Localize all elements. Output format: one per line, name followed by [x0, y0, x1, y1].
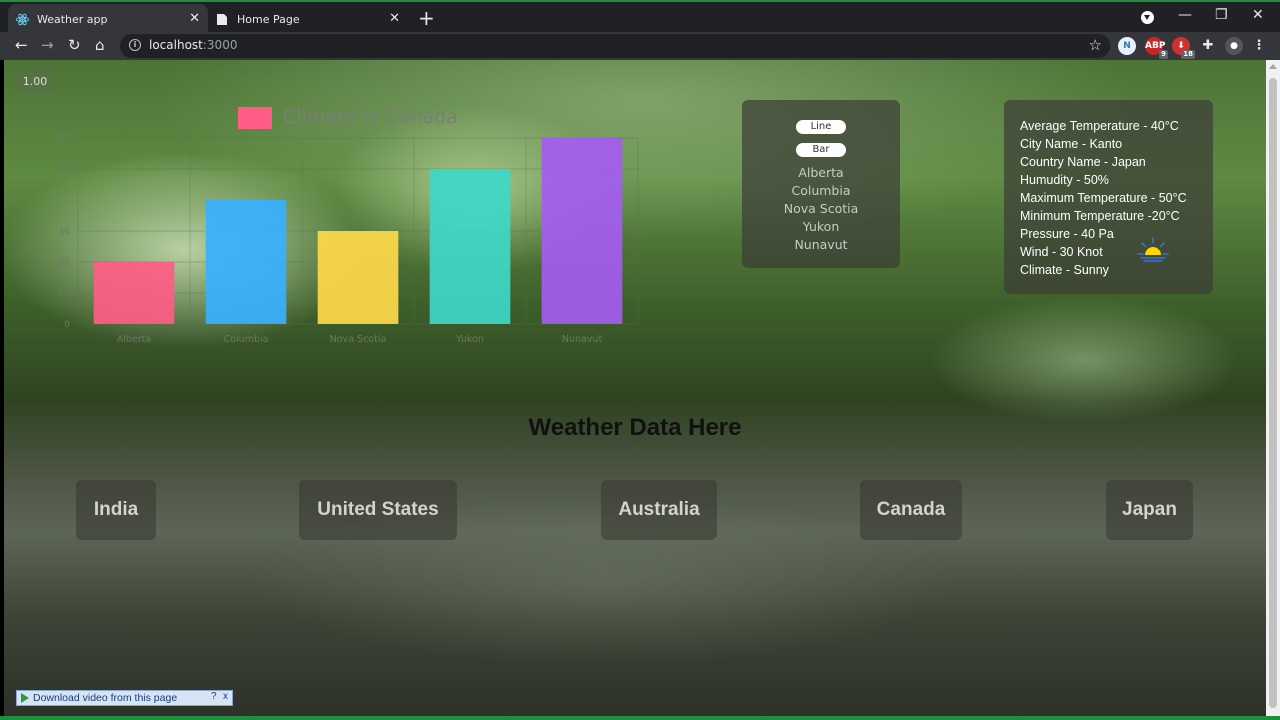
chart-canvas: 0 10 20 30 50 60 Alberta Columbia Nova Scotia Yuk… [59, 134, 639, 345]
country-button-japan[interactable]: Japan [1106, 480, 1193, 540]
site-info-icon[interactable]: i [129, 39, 141, 51]
wind: Wind - 30 Knot [1020, 245, 1103, 259]
min-temperature: Minimum Temperature -20°C [1020, 209, 1180, 223]
adblock-icon[interactable]: ABP 9 [1145, 37, 1168, 59]
bar-alberta [93, 262, 175, 324]
tab-home-page[interactable]: Home Page ✕ [208, 4, 408, 34]
home-icon[interactable]: ⌂ [95, 36, 105, 54]
country-button-canada[interactable]: Canada [860, 480, 962, 540]
bar-chart-button[interactable]: Bar [796, 143, 846, 157]
avatar[interactable]: ● [1225, 37, 1243, 55]
page-icon [216, 13, 229, 26]
page-scrollbar[interactable] [1266, 60, 1280, 716]
bottom-edge [0, 716, 1280, 720]
tab-search-icon[interactable] [1141, 11, 1154, 24]
max-temperature: Maximum Temperature - 50°C [1020, 191, 1187, 205]
download-ext-icon[interactable]: ⬇ 18 [1172, 37, 1195, 59]
close-bar-icon[interactable]: x [223, 691, 228, 702]
country-button-united-states[interactable]: United States [299, 480, 457, 540]
avg-temperature: Average Temperature - 40°C [1020, 119, 1179, 133]
humidity: Humudity - 50% [1020, 173, 1109, 187]
tab-weather-app[interactable]: Weather app ✕ [8, 4, 208, 34]
country-button-australia[interactable]: Australia [601, 480, 717, 540]
x-tick-label: Alberta [117, 334, 151, 345]
download-video-bar[interactable]: Download video from this page ? x [16, 690, 233, 706]
country-name: Country Name - Japan [1020, 155, 1146, 169]
help-icon[interactable]: ? [211, 691, 217, 702]
bar-nunavut [541, 138, 623, 324]
weather-info-panel: Average Temperature - 40°C City Name - K… [1004, 100, 1213, 294]
reload-icon[interactable]: ↻ [68, 36, 81, 54]
tab-title: Home Page [237, 12, 300, 26]
bookmark-star-icon[interactable]: ☆ [1089, 36, 1102, 54]
bar-columbia [205, 200, 287, 324]
city-name: City Name - Kanto [1020, 137, 1123, 151]
new-tab-icon[interactable]: + [418, 6, 435, 30]
download-video-link[interactable]: Download video from this page [33, 692, 177, 704]
line-chart-button[interactable]: Line [796, 120, 846, 134]
x-tick-label: Yukon [455, 334, 484, 345]
country-button-india[interactable]: India [76, 480, 156, 540]
province-nova-scotia[interactable]: Nova Scotia [742, 201, 900, 216]
address-bar[interactable]: i localhost:3000 ☆ [120, 34, 1110, 58]
province-yukon[interactable]: Yukon [742, 219, 900, 234]
province-alberta[interactable]: Alberta [742, 165, 900, 180]
tab-strip: Weather app ✕ Home Page ✕ + — ❐ ✕ [0, 0, 1280, 34]
tab-title: Weather app [37, 12, 108, 26]
minimize-icon[interactable]: — [1178, 7, 1192, 23]
x-tick-label: Nunavut [562, 334, 603, 345]
y-tick-label: 60 [59, 134, 71, 144]
y-tick-label: 10 [59, 289, 71, 299]
climate: Climate - Sunny [1020, 263, 1109, 277]
y-tick-label: 50 [59, 165, 71, 175]
puzzle-icon[interactable]: ✚ [1199, 37, 1217, 55]
y-tick-label: 0 [64, 320, 70, 330]
back-icon[interactable]: ← [15, 36, 28, 54]
maximize-icon[interactable]: ❐ [1215, 7, 1228, 23]
bar-yukon [429, 169, 511, 324]
province-columbia[interactable]: Columbia [742, 183, 900, 198]
x-tick-label: Columbia [224, 334, 269, 345]
province-nunavut[interactable]: Nunavut [742, 237, 900, 252]
close-tab-icon[interactable]: ✕ [189, 11, 200, 26]
forward-icon[interactable]: → [41, 36, 54, 54]
menu-icon[interactable]: ⋮ [1250, 37, 1268, 55]
pressure: Pressure - 40 Pa [1020, 227, 1114, 241]
n-icon[interactable]: N [1118, 37, 1136, 55]
close-tab-icon[interactable]: ✕ [389, 11, 400, 26]
bar-nova-scotia [317, 231, 399, 324]
y-tick-label: 30 [59, 227, 71, 237]
scroll-up-icon[interactable] [1269, 64, 1277, 69]
page-heading: Weather Data Here [528, 414, 742, 441]
y-tick-label: 20 [59, 258, 71, 268]
x-tick-label: Nova Scotia [330, 334, 387, 345]
browser-toolbar: ← → ↻ ⌂ i localhost:3000 ☆ N ABP 9 ⬇ 18 ✚ … [0, 32, 1280, 60]
climate-chart: Climate in Canada 0 10 20 30 50 60 Alberta Colu… [4, 60, 664, 360]
chart-selector-panel: Line Bar Alberta Columbia Nova Scotia Yu… [742, 100, 900, 268]
window-close-icon[interactable]: ✕ [1252, 7, 1264, 23]
sun-icon [1137, 237, 1169, 262]
react-icon [16, 13, 29, 26]
url-text: localhost:3000 [149, 38, 238, 52]
scroll-thumb[interactable] [1269, 78, 1277, 708]
play-icon [21, 693, 29, 703]
weather-app-page: 1.00 Climate in Canada 0 10 20 30 50 60 Albert… [4, 60, 1266, 716]
